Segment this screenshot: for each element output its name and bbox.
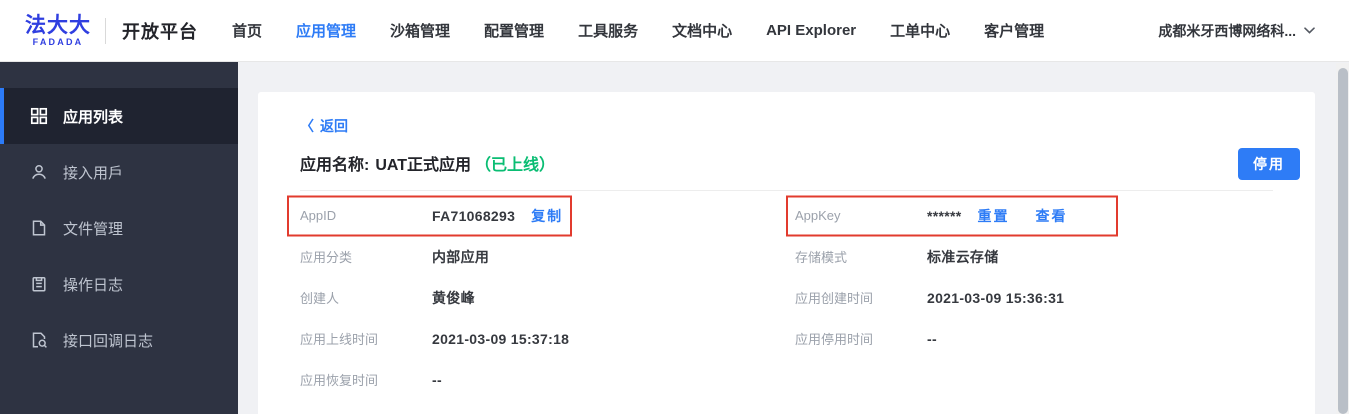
field-value: 2021-03-09 15:36:31 [927, 289, 1065, 306]
field-row: 创建人 黄俊峰 应用创建时间 2021-03-09 15:36:31 [300, 277, 1273, 318]
field-label: AppKey [795, 208, 841, 223]
field-value: 标准云存储 [927, 248, 999, 265]
scrollbar-thumb[interactable] [1338, 68, 1348, 414]
field-create-time: 应用创建时间 2021-03-09 15:36:31 [795, 277, 1273, 318]
sidebar-item-label: 应用列表 [63, 108, 124, 126]
chevron-down-icon [1304, 27, 1315, 34]
reset-link[interactable]: 重置 [978, 206, 1010, 226]
logo-text-cn: 法大大 [25, 13, 91, 37]
field-storage-mode: 存储模式 标准云存储 [795, 236, 1273, 277]
account-name: 成都米牙西博网络科... [1158, 22, 1296, 39]
sidebar-item-callback-log[interactable]: 接口回调日志 [0, 312, 238, 368]
section-divider [300, 190, 1273, 191]
sidebar-item-access-users[interactable]: 接入用戶 [0, 144, 238, 200]
sidebar: 应用列表 接入用戶 文件管理 操作日志 接口回调日志 [0, 62, 238, 414]
app-window: 法大大 FADADA 开放平台 首页 应用管理 沙箱管理 配置管理 工具服务 文… [0, 0, 1349, 414]
nav-item-tools[interactable]: 工具服务 [578, 20, 638, 41]
nav-item-docs[interactable]: 文档中心 [672, 20, 732, 41]
field-label: 应用创建时间 [795, 291, 874, 306]
copy-link[interactable]: 复制 [531, 206, 563, 226]
sidebar-item-label: 接入用戶 [63, 164, 124, 182]
field-row: 应用分类 内部应用 存储模式 标准云存储 [300, 236, 1273, 277]
field-disable-time: 应用停用时间 -- [795, 318, 1273, 359]
nav-item-ticket-center[interactable]: 工单中心 [890, 20, 950, 41]
app-detail-fields: AppID FA71068293 复制 AppKey ****** 重置 查看 … [287, 195, 1273, 400]
field-label: 创建人 [300, 291, 340, 306]
app-name: UAT正式应用 [375, 157, 472, 174]
sidebar-item-label: 文件管理 [63, 220, 124, 238]
app-detail-card: 〈 返回 应用名称: UAT正式应用 （已上线） 停用 AppID FA7106… [258, 92, 1315, 414]
fadada-logo[interactable]: 法大大 FADADA [25, 15, 91, 47]
field-label: 应用停用时间 [795, 332, 874, 347]
disable-app-button[interactable]: 停用 [1238, 148, 1300, 180]
field-value: ****** [927, 207, 962, 224]
file-icon [30, 219, 48, 237]
back-link[interactable]: 〈 返回 [300, 116, 348, 136]
logo-text-en: FADADA [32, 36, 84, 47]
user-icon [30, 163, 48, 181]
doc-search-icon [30, 331, 48, 349]
nav-item-config[interactable]: 配置管理 [484, 20, 544, 41]
app-title-row: 应用名称: UAT正式应用 （已上线） [300, 152, 1273, 174]
view-link[interactable]: 查看 [1036, 206, 1068, 226]
nav-item-sandbox[interactable]: 沙箱管理 [390, 20, 450, 41]
grid-icon [30, 107, 48, 125]
field-creator: 创建人 黄俊峰 [300, 277, 795, 318]
nav-item-api-explorer[interactable]: API Explorer [766, 22, 856, 39]
field-appkey: AppKey ****** 重置 查看 [786, 195, 1273, 236]
back-chevron-icon: 〈 [300, 118, 314, 134]
scrollbar-track [1336, 63, 1349, 414]
field-label: AppID [300, 208, 337, 223]
field-value: 内部应用 [432, 248, 490, 265]
field-empty [795, 359, 1273, 400]
field-row: 应用恢复时间 -- [300, 359, 1273, 400]
sidebar-item-app-list[interactable]: 应用列表 [0, 88, 238, 144]
account-dropdown[interactable]: 成都米牙西博网络科... [1158, 21, 1315, 41]
nav-item-app-management[interactable]: 应用管理 [296, 20, 356, 41]
field-appid: AppID FA71068293 复制 [287, 195, 795, 236]
field-value: 2021-03-09 15:37:18 [432, 330, 570, 347]
sidebar-item-file-management[interactable]: 文件管理 [0, 200, 238, 256]
field-online-time: 应用上线时间 2021-03-09 15:37:18 [300, 318, 795, 359]
field-label: 应用分类 [300, 250, 353, 265]
field-value: -- [432, 371, 442, 388]
field-label: 应用上线时间 [300, 332, 379, 347]
sidebar-item-label: 接口回调日志 [63, 332, 154, 350]
nav-item-customer-management[interactable]: 客户管理 [984, 20, 1044, 41]
nav-item-home[interactable]: 首页 [232, 20, 262, 41]
field-value: 黄俊峰 [432, 289, 475, 306]
clipboard-icon [30, 275, 48, 293]
platform-title: 开放平台 [122, 21, 198, 42]
field-label: 存储模式 [795, 250, 848, 265]
nav-divider [105, 17, 106, 44]
top-navbar: 法大大 FADADA 开放平台 首页 应用管理 沙箱管理 配置管理 工具服务 文… [0, 0, 1349, 62]
sidebar-item-label: 操作日志 [63, 276, 124, 294]
field-label: 应用恢复时间 [300, 373, 379, 388]
back-label: 返回 [320, 118, 348, 134]
field-row: AppID FA71068293 复制 AppKey ****** 重置 查看 [287, 195, 1273, 236]
status-badge: （已上线） [475, 157, 556, 174]
field-value: -- [927, 330, 937, 347]
field-row: 应用上线时间 2021-03-09 15:37:18 应用停用时间 -- [300, 318, 1273, 359]
field-app-category: 应用分类 内部应用 [300, 236, 795, 277]
main-nav: 首页 应用管理 沙箱管理 配置管理 工具服务 文档中心 API Explorer… [232, 20, 1044, 41]
sidebar-item-operation-log[interactable]: 操作日志 [0, 256, 238, 312]
field-value: FA71068293 [432, 207, 516, 224]
field-restore-time: 应用恢复时间 -- [300, 359, 795, 400]
app-name-label: 应用名称: [300, 157, 370, 174]
